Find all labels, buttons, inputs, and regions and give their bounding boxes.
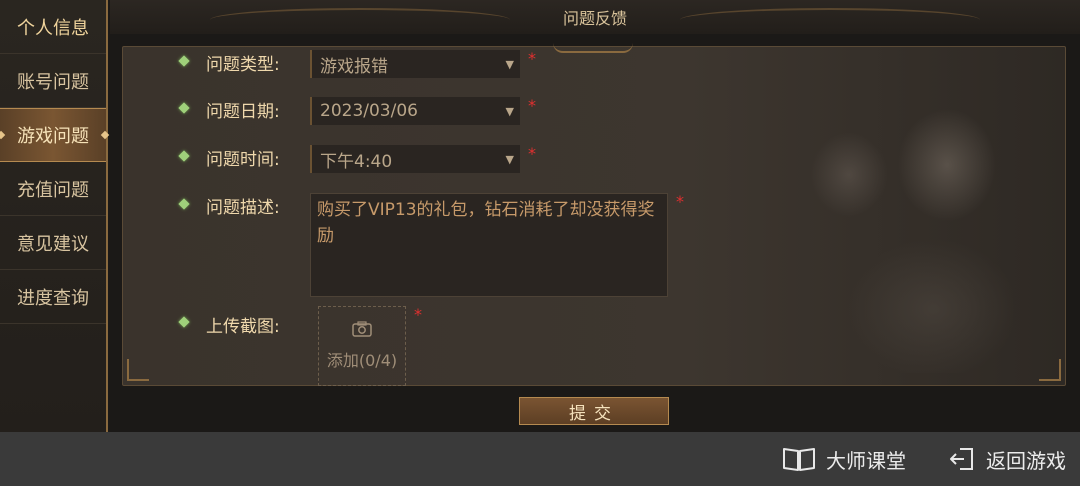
type-label: 问题类型:	[206, 55, 280, 75]
page-title: 问题反馈	[562, 9, 627, 28]
bullet-icon	[178, 316, 190, 328]
date-value: 2023/03/06	[320, 101, 418, 121]
header-ornament	[210, 8, 510, 32]
master-class-label: 大师课堂	[826, 448, 906, 473]
master-class-button[interactable]: 大师课堂	[782, 445, 906, 474]
description-label: 问题描述:	[206, 198, 280, 218]
time-label: 问题时间:	[206, 150, 280, 170]
sidebar-item-label: 充值问题	[17, 179, 89, 201]
date-row: 问题日期: 2023/03/06 ▼ *	[178, 96, 536, 125]
sidebar: 个人信息 账号问题 游戏问题 充值问题 意见建议 进度查询	[0, 0, 108, 432]
sidebar-item-personal-info[interactable]: 个人信息	[0, 0, 106, 54]
bullet-icon	[178, 55, 190, 67]
type-value: 游戏报错	[320, 56, 388, 77]
corner-ornament	[127, 359, 149, 381]
bullet-icon	[178, 102, 190, 114]
type-row: 问题类型: 游戏报错 ▼ *	[178, 49, 536, 78]
upload-count: 添加(0/4)	[326, 351, 398, 370]
time-value: 下午4:40	[320, 151, 393, 172]
sidebar-item-label: 进度查询	[17, 287, 89, 309]
header-ornament	[680, 8, 980, 32]
required-mark: *	[528, 49, 536, 68]
sidebar-item-label: 意见建议	[17, 233, 89, 255]
submit-button[interactable]: 提交	[519, 397, 669, 425]
description-row: 问题描述: 购买了VIP13的礼包，钻石消耗了却没获得奖励 *	[178, 192, 684, 297]
return-game-label: 返回游戏	[986, 448, 1066, 473]
sidebar-item-game[interactable]: 游戏问题	[0, 108, 106, 162]
sidebar-item-label: 账号问题	[17, 71, 89, 93]
sidebar-item-recharge[interactable]: 充值问题	[0, 162, 106, 216]
upload-box[interactable]: 添加(0/4)	[318, 306, 406, 386]
required-mark: *	[676, 192, 684, 211]
time-select[interactable]: 下午4:40 ▼	[310, 145, 520, 173]
time-row: 问题时间: 下午4:40 ▼ *	[178, 144, 536, 173]
panel-ornament	[553, 43, 633, 53]
corner-ornament	[1039, 359, 1061, 381]
required-mark: *	[528, 144, 536, 163]
sidebar-item-label: 个人信息	[17, 17, 89, 39]
date-select[interactable]: 2023/03/06 ▼	[310, 97, 520, 125]
date-label: 问题日期:	[206, 102, 280, 122]
required-mark: *	[528, 96, 536, 115]
sidebar-item-label: 游戏问题	[17, 126, 89, 147]
return-game-button[interactable]: 返回游戏	[948, 445, 1066, 474]
exit-icon	[950, 448, 973, 470]
chevron-down-icon: ▼	[505, 152, 514, 166]
sidebar-item-suggestion[interactable]: 意见建议	[0, 216, 106, 270]
type-select[interactable]: 游戏报错 ▼	[310, 50, 520, 78]
sidebar-item-account[interactable]: 账号问题	[0, 54, 106, 108]
header: 问题反馈	[110, 0, 1080, 34]
sidebar-item-progress[interactable]: 进度查询	[0, 270, 106, 324]
bullet-icon	[178, 150, 190, 162]
book-icon	[783, 448, 815, 471]
bullet-icon	[178, 198, 190, 210]
description-textarea[interactable]: 购买了VIP13的礼包，钻石消耗了却没获得奖励	[310, 193, 668, 297]
chevron-down-icon: ▼	[505, 57, 514, 71]
monster-artwork	[779, 53, 1059, 373]
required-mark: *	[414, 305, 422, 324]
camera-icon	[352, 321, 372, 337]
upload-row: 上传截图: 添加(0/4) *	[178, 305, 422, 386]
bottom-bar: 大师课堂 返回游戏	[0, 432, 1080, 486]
upload-label: 上传截图:	[206, 317, 280, 337]
chevron-down-icon: ▼	[505, 104, 514, 118]
